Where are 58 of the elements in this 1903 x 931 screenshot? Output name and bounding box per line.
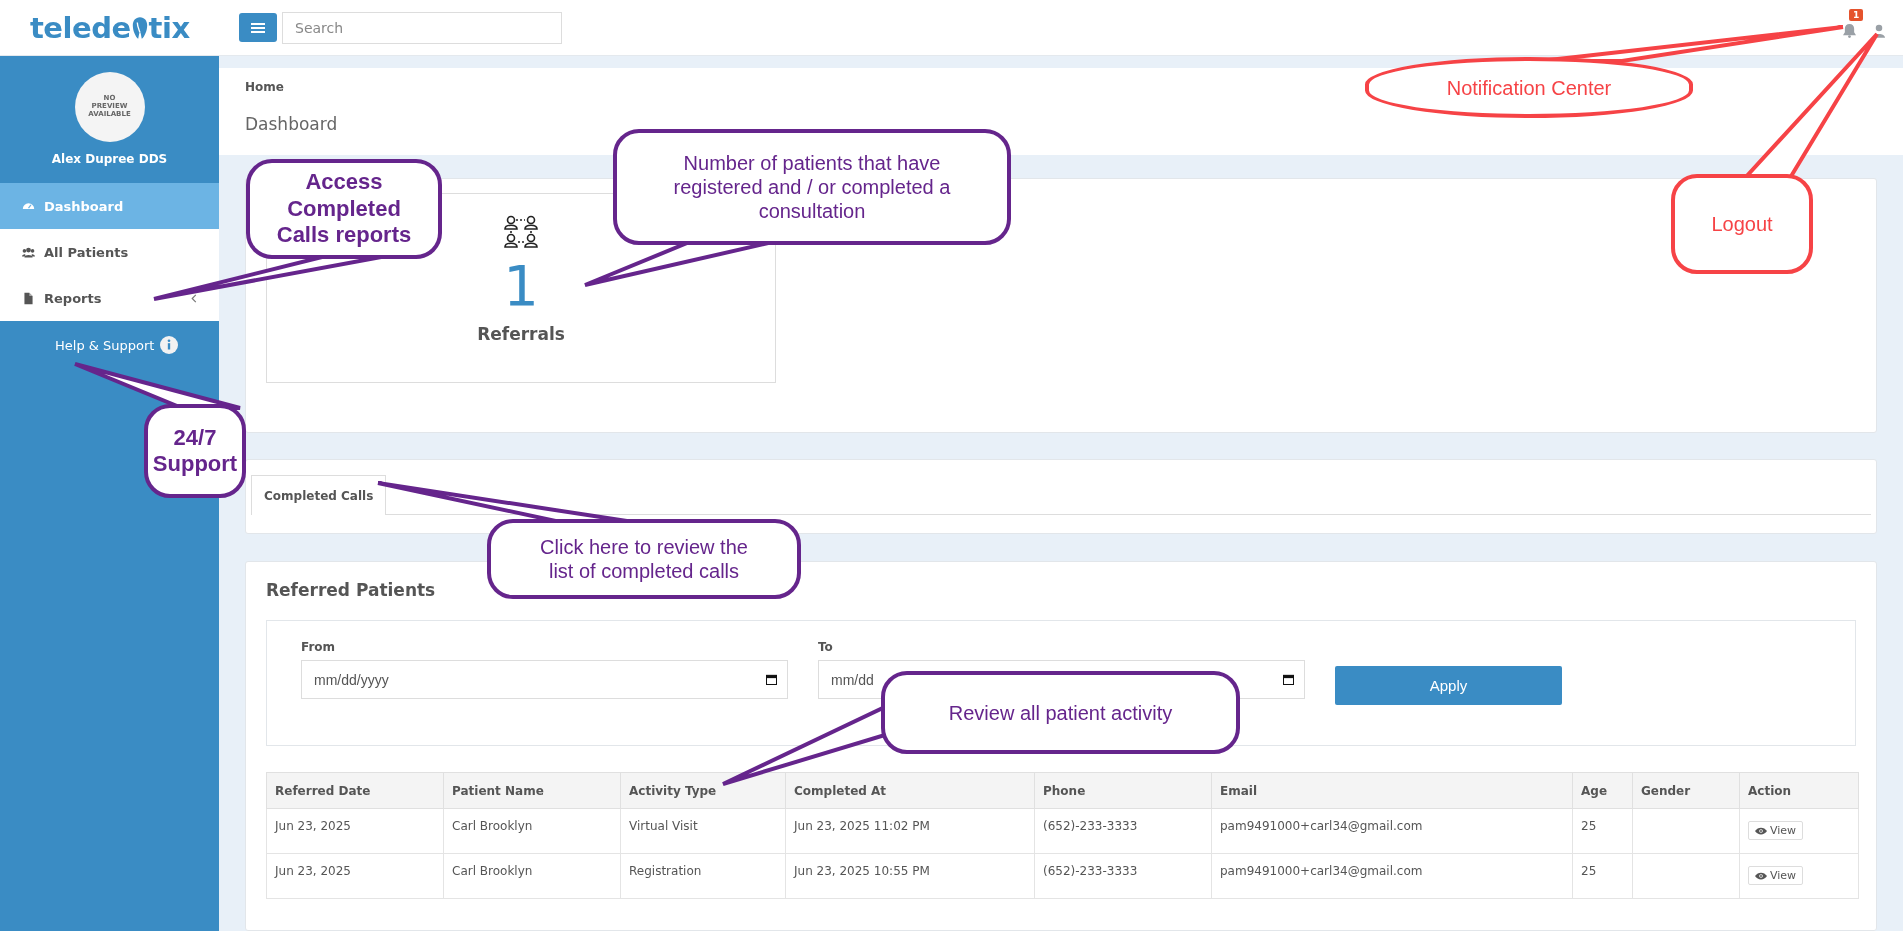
column-header: Phone — [1034, 772, 1212, 809]
callout-tooltip: Access Completed Calls reports — [246, 159, 442, 259]
column-header: Email — [1211, 772, 1573, 809]
column-header: Age — [1572, 772, 1633, 809]
calendar-icon — [766, 674, 777, 685]
table-cell: Jun 23, 2025 10:55 PM — [785, 853, 1035, 899]
stat-value: 1 — [503, 258, 539, 314]
table-cell: Jun 23, 2025 — [266, 853, 444, 899]
tab[interactable]: Completed Calls — [251, 475, 387, 515]
tooth-icon — [130, 14, 149, 41]
menu-button[interactable] — [239, 13, 277, 42]
column-header: Activity Type — [620, 772, 786, 809]
users-icon — [22, 245, 35, 259]
logo-text: tix — [148, 10, 190, 45]
column-header: Action — [1739, 772, 1859, 809]
user-name: Alex Dupree DDS — [51, 152, 168, 166]
table-cell: Registration — [620, 853, 786, 899]
file-icon — [22, 291, 35, 305]
calendar-icon — [1283, 674, 1294, 685]
column-header: Referred Date — [266, 772, 444, 809]
people-network-icon — [503, 214, 539, 250]
callout-tooltip: Logout — [1671, 174, 1813, 274]
info-icon — [160, 336, 179, 354]
table-cell: pam9491000+carl34@gmail.com — [1211, 808, 1573, 854]
apply-button[interactable]: Apply — [1335, 666, 1562, 705]
table-cell: 25 — [1572, 808, 1633, 854]
page-title: Dashboard — [245, 114, 338, 134]
section-title: Referred Patients — [266, 580, 437, 600]
menu-icon — [251, 21, 265, 34]
help-link[interactable]: Help & Support — [0, 321, 219, 354]
table-cell: Virtual Visit — [620, 808, 786, 854]
date-field[interactable]: mm/dd/yyyy — [301, 660, 788, 699]
table-cell: Jun 23, 2025 — [266, 808, 444, 854]
stat-label: Referrals — [477, 324, 565, 344]
table-cell: pam9491000+carl34@gmail.com — [1211, 853, 1573, 899]
eye-icon — [1755, 871, 1767, 880]
view-button[interactable]: View — [1748, 866, 1804, 885]
table-cell: (652)-233-3333 — [1034, 808, 1212, 854]
bell-icon — [1843, 23, 1856, 38]
logo-text: telede — [30, 10, 131, 45]
column-header: Completed At — [785, 772, 1035, 809]
callout-tooltip: 24/7 Support — [144, 404, 246, 498]
column-header: Patient Name — [443, 772, 621, 809]
table-cell: (652)-233-3333 — [1034, 853, 1212, 899]
table-cell: Carl Brooklyn — [443, 853, 621, 899]
search-field[interactable]: Search — [282, 11, 562, 44]
eye-icon — [1755, 826, 1767, 835]
table-cell: Carl Brooklyn — [443, 808, 621, 854]
table-cell: 25 — [1572, 853, 1633, 899]
column-header: Gender — [1632, 772, 1740, 809]
breadcrumb-link[interactable]: Home — [245, 80, 284, 94]
sidebar-item[interactable]: Reports — [0, 275, 219, 321]
table-cell: Jun 23, 2025 11:02 PM — [785, 808, 1035, 854]
field-label: To — [818, 640, 834, 654]
view-button[interactable]: View — [1748, 821, 1804, 840]
field-label: From — [301, 640, 337, 654]
notification-badge: 1 — [1849, 9, 1864, 21]
sidebar-item[interactable]: All Patients — [0, 229, 219, 275]
